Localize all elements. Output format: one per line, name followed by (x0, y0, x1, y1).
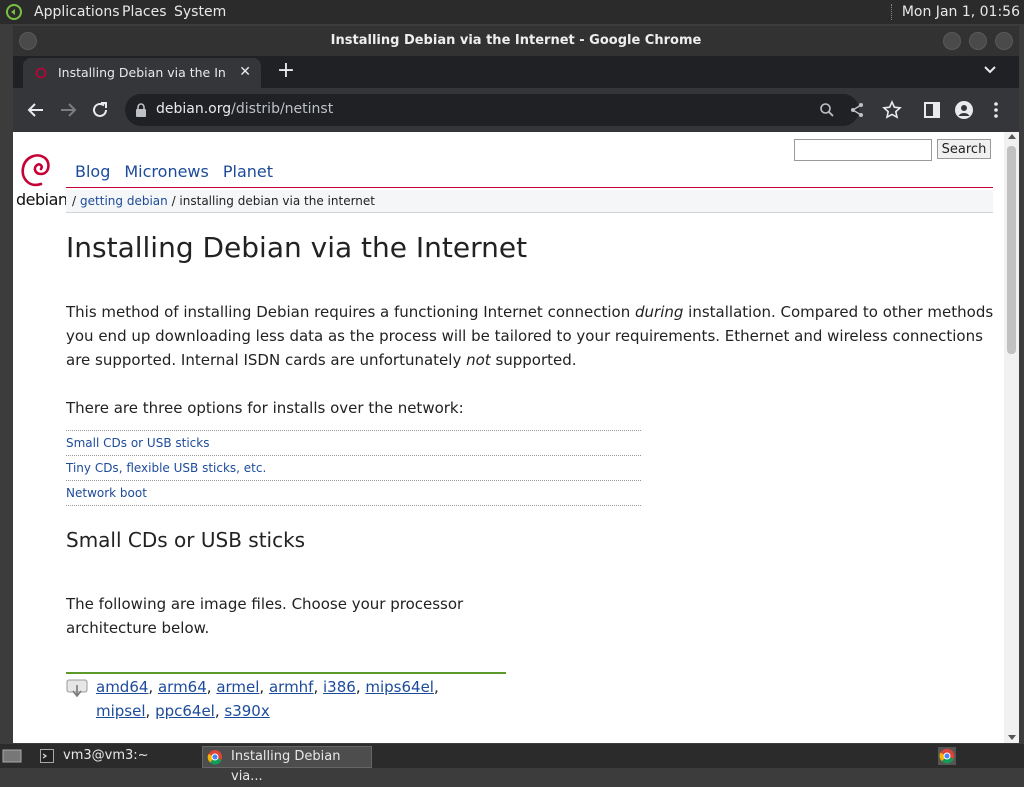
site-search-input[interactable] (794, 139, 932, 161)
nav-divider (66, 187, 993, 188)
list-item: Network boot (66, 480, 641, 505)
toc-tiny-cds[interactable]: Tiny CDs, flexible USB sticks, etc. (66, 461, 266, 475)
download-box-border (66, 672, 506, 674)
debian-favicon-icon (35, 67, 47, 79)
toc-network-boot[interactable]: Network boot (66, 486, 147, 500)
page-viewport: Search debian Blog Micronews Planet / getti… (13, 132, 1019, 743)
arch-armhf[interactable]: armhf (269, 678, 314, 696)
menu-system[interactable]: System (174, 4, 226, 20)
arch-ppc64el[interactable]: ppc64el (155, 702, 215, 720)
arch-mips64el[interactable]: mips64el (365, 678, 434, 696)
arch-armel[interactable]: armel (216, 678, 259, 696)
maximize-button[interactable] (969, 32, 987, 50)
tab-title: Installing Debian via the Intern (58, 65, 226, 80)
terminal-icon (40, 749, 54, 763)
arch-mipsel[interactable]: mipsel (96, 702, 146, 720)
top-panel: Applications Places System Mon Jan 1, 01… (0, 0, 1024, 24)
kebab-menu-icon[interactable] (986, 100, 1006, 120)
architecture-links: amd64, arm64, armel, armhf, i386, mips64… (96, 678, 439, 720)
window-menu-button[interactable] (19, 32, 37, 50)
arch-i386[interactable]: i386 (323, 678, 356, 696)
back-arrow-icon[interactable] (26, 100, 46, 120)
reload-icon[interactable] (90, 100, 110, 120)
chrome-window: Installing Debian via the Internet - Goo… (13, 26, 1019, 743)
address-bar[interactable]: debian.org/distrib/netinst (125, 94, 863, 126)
tab-close-icon[interactable]: ✕ (239, 64, 251, 80)
tab-search-chevron-icon[interactable] (983, 62, 997, 76)
panel-separator (890, 4, 894, 20)
breadcrumb: / getting debian / installing debian via … (66, 190, 993, 213)
close-window-button[interactable] (995, 32, 1013, 50)
profile-icon[interactable] (954, 100, 974, 120)
side-panel-icon[interactable] (922, 100, 942, 120)
window-title: Installing Debian via the Internet - Goo… (330, 33, 702, 48)
debian-swirl-icon (21, 154, 50, 187)
taskbar-terminal-label: vm3@vm3:~ (63, 748, 149, 763)
bottom-taskbar: vm3@vm3:~ Installing Debian via... (0, 744, 1024, 784)
page-scrollbar[interactable] (1004, 132, 1019, 743)
options-list: Small CDs or USB sticks Tiny CDs, flexib… (66, 430, 641, 507)
arch-arm64[interactable]: arm64 (158, 678, 207, 696)
url-path: /distrib/netinst (231, 101, 334, 117)
lock-icon[interactable] (135, 103, 147, 117)
tab-strip: Installing Debian via the Intern ✕ + (13, 56, 1019, 88)
url-host: debian.org (156, 101, 232, 117)
arch-amd64[interactable]: amd64 (96, 678, 148, 696)
nav-planet[interactable]: Planet (223, 162, 273, 181)
site-search-button[interactable]: Search (937, 139, 991, 159)
top-nav: Blog Micronews Planet (75, 162, 287, 181)
forward-arrow-icon[interactable] (58, 100, 78, 120)
list-divider (66, 505, 641, 507)
scroll-up-icon[interactable] (1008, 134, 1016, 139)
show-desktop-icon[interactable] (2, 748, 22, 764)
bookmark-star-icon[interactable] (882, 100, 902, 120)
menu-places[interactable]: Places (122, 4, 167, 20)
list-item: Small CDs or USB sticks (66, 430, 641, 455)
intro-em-during: during (635, 303, 684, 321)
breadcrumb-current: / installing debian via the internet (167, 194, 375, 208)
section-heading-small-cds: Small CDs or USB sticks (66, 528, 306, 552)
intro-em-not: not (466, 351, 491, 369)
download-icon (66, 679, 88, 698)
taskbar-chrome-label: Installing Debian via... (231, 749, 341, 784)
url-text[interactable]: debian.org/distrib/netinst (156, 101, 333, 117)
panel-clock[interactable]: Mon Jan 1, 01:56 (902, 4, 1024, 20)
intro-text-3: supported. (490, 351, 577, 369)
taskbar-terminal[interactable]: vm3@vm3:~ (36, 746, 196, 766)
options-intro: There are three options for installs ove… (66, 399, 464, 417)
debian-wordmark: debian (16, 190, 68, 209)
intro-paragraph: This method of installing Debian require… (66, 300, 996, 372)
nav-blog[interactable]: Blog (75, 162, 110, 181)
new-tab-button[interactable]: + (275, 60, 297, 82)
zoom-icon[interactable] (819, 102, 835, 118)
arch-s390x[interactable]: s390x (224, 702, 269, 720)
toc-small-cds[interactable]: Small CDs or USB sticks (66, 436, 209, 450)
taskbar-chrome[interactable]: Installing Debian via... (202, 746, 372, 784)
scroll-down-icon[interactable] (1008, 735, 1016, 740)
section-text: The following are image files. Choose yo… (66, 595, 464, 637)
list-item: Tiny CDs, flexible USB sticks, etc. (66, 455, 641, 480)
minimize-button[interactable] (943, 32, 961, 50)
debian-swirl-logo[interactable]: debian (15, 148, 68, 210)
intro-text-1: This method of installing Debian require… (66, 303, 635, 321)
tray-chrome-icon[interactable] (938, 747, 956, 765)
tab-active[interactable]: Installing Debian via the Intern ✕ (23, 58, 261, 88)
scrollbar-thumb[interactable] (1007, 146, 1016, 354)
breadcrumb-sep: / (72, 194, 77, 208)
breadcrumb-getting-debian[interactable]: getting debian (80, 194, 168, 208)
chrome-icon (207, 750, 222, 765)
gnome-foot-icon[interactable] (5, 3, 23, 21)
browser-toolbar: debian.org/distrib/netinst (13, 88, 1019, 132)
window-titlebar[interactable]: Installing Debian via the Internet - Goo… (13, 26, 1019, 56)
menu-applications[interactable]: Applications (34, 4, 120, 20)
debian-page: Search debian Blog Micronews Planet / getti… (13, 132, 1004, 743)
nav-micronews[interactable]: Micronews (124, 162, 208, 181)
page-title: Installing Debian via the Internet (66, 231, 528, 264)
share-icon[interactable] (849, 102, 865, 118)
